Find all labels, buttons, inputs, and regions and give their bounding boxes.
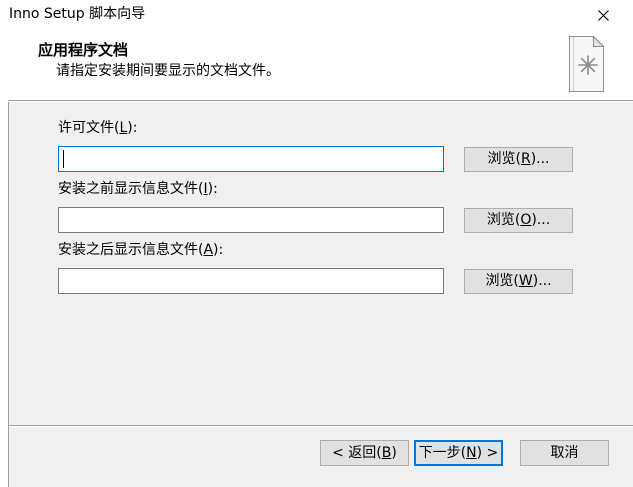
wizard-window: Inno Setup 脚本向导 应用程序文档 请指定安装期间要显示的文档文件。 … [0,0,633,487]
document-icon [569,35,605,92]
info-before-input[interactable] [59,208,443,232]
accelerator-key: R [520,151,531,167]
license-file-field[interactable] [58,146,444,172]
license-file-input[interactable] [59,147,443,171]
info-before-label: 安装之前显示信息文件(I): [58,181,218,197]
info-after-input[interactable] [59,269,443,293]
footer-separator [9,425,633,427]
accelerator-key: B [381,445,392,461]
accelerator-key: L [119,120,128,136]
accelerator-key: N [466,445,477,461]
cancel-button[interactable]: 取消 [520,440,609,466]
close-button[interactable] [580,0,626,30]
window-title: Inno Setup 脚本向导 [9,6,146,22]
next-button[interactable]: 下一步(N) > [414,440,503,466]
info-after-label: 安装之后显示信息文件(A): [58,242,224,258]
page-title: 应用程序文档 [38,41,129,59]
wizard-header: 应用程序文档 请指定安装期间要显示的文档文件。 [0,30,633,100]
license-file-label: 许可文件(L): [58,120,138,136]
title-bar[interactable]: Inno Setup 脚本向导 [0,0,633,30]
back-button[interactable]: < 返回(B) [320,440,409,466]
accelerator-key: O [520,212,532,228]
accelerator-key: I [203,181,208,197]
info-before-browse-button[interactable]: 浏览(O)... [464,208,573,233]
info-after-field[interactable] [58,268,444,294]
info-after-browse-button[interactable]: 浏览(W)... [464,269,573,294]
license-browse-button[interactable]: 浏览(R)... [464,147,573,172]
wizard-body: 许可文件(L): 浏览(R)... 安装之前显示信息文件(I): 浏览(O)..… [8,102,633,487]
accelerator-key: W [518,273,533,289]
info-before-field[interactable] [58,207,444,233]
accelerator-key: A [203,242,214,258]
page-subtitle: 请指定安装期间要显示的文档文件。 [56,63,280,79]
text-caret [63,150,64,168]
close-icon [597,9,609,21]
